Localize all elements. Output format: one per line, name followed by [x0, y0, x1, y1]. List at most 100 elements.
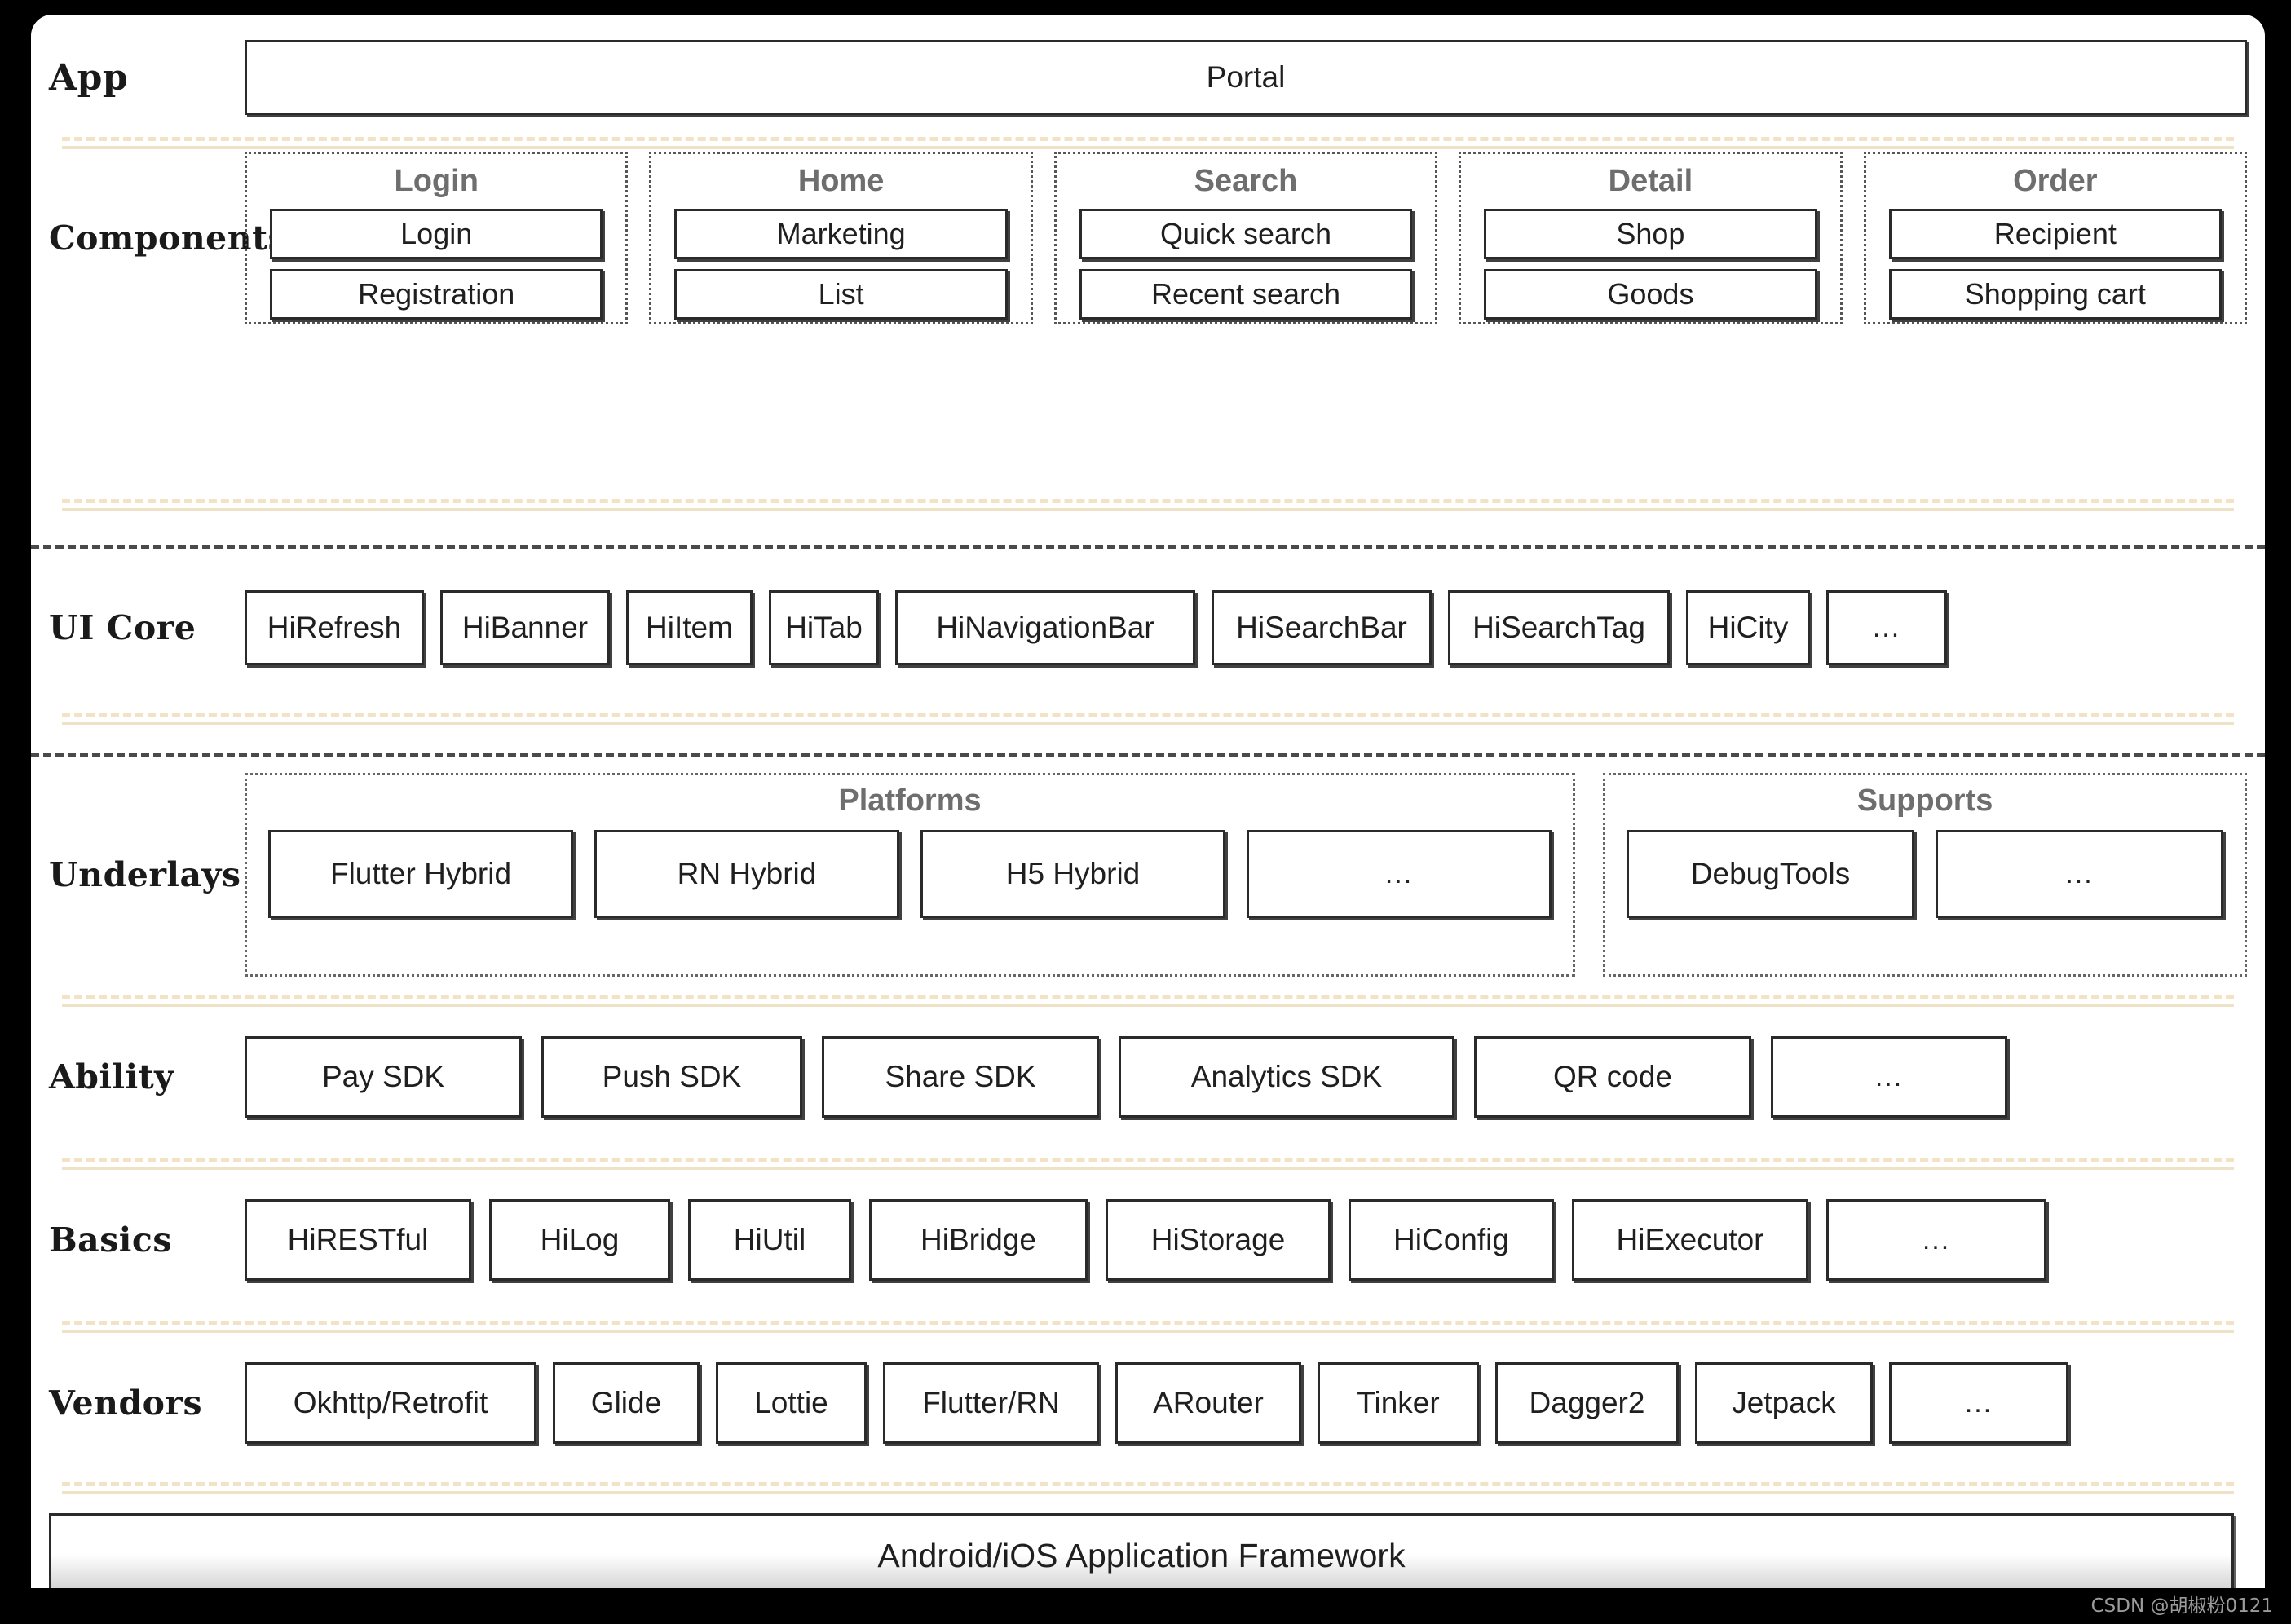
box-tinker[interactable]: Tinker: [1318, 1362, 1479, 1444]
group-title-login: Login: [394, 164, 479, 198]
box-pay-sdk[interactable]: Pay SDK: [245, 1036, 522, 1118]
box-login[interactable]: Login: [270, 209, 603, 259]
underlay-group-platforms: Platforms Flutter Hybrid RN Hybrid H5 Hy…: [245, 773, 1575, 977]
layer-label-underlays: Underlays: [49, 855, 241, 894]
divider-vendors-framework: [62, 1482, 2234, 1494]
box-list[interactable]: List: [674, 269, 1008, 320]
box-debugtools[interactable]: DebugTools: [1627, 830, 1914, 918]
box-platforms-more[interactable]: ...: [1247, 830, 1552, 918]
box-jetpack[interactable]: Jetpack: [1695, 1362, 1873, 1444]
box-hiconfig[interactable]: HiConfig: [1349, 1199, 1554, 1281]
divider-basics-vendors: [62, 1321, 2234, 1333]
divider-components-bottom: [62, 499, 2234, 511]
box-share-sdk[interactable]: Share SDK: [822, 1036, 1099, 1118]
box-quick-search[interactable]: Quick search: [1079, 209, 1413, 259]
divider-app-components: [62, 137, 2234, 149]
box-vendors-more[interactable]: ...: [1889, 1362, 2068, 1444]
box-okhttp-retrofit[interactable]: Okhttp/Retrofit: [245, 1362, 536, 1444]
group-title-detail: Detail: [1608, 164, 1693, 198]
group-items-home: Marketing List: [674, 209, 1008, 320]
box-shopping-cart[interactable]: Shopping cart: [1888, 269, 2223, 320]
box-hinavigationbar[interactable]: HiNavigationBar: [895, 590, 1195, 665]
layer-row-ability: Ability Pay SDK Push SDK Share SDK Analy…: [31, 1032, 2265, 1122]
layer-items-basics: HiRESTful HiLog HiUtil HiBridge HiStorag…: [245, 1199, 2265, 1281]
layer-items-app: Portal: [245, 40, 2265, 115]
box-hirefresh[interactable]: HiRefresh: [245, 590, 424, 665]
box-goods[interactable]: Goods: [1484, 269, 1817, 320]
watermark: CSDN @胡椒粉0121: [2090, 1595, 2273, 1617]
box-application-framework[interactable]: Android/iOS Application Framework: [49, 1513, 2234, 1588]
box-portal[interactable]: Portal: [245, 40, 2247, 115]
layer-row-underlays: Underlays Platforms Flutter Hybrid RN Hy…: [31, 773, 2265, 977]
box-qr-code[interactable]: QR code: [1474, 1036, 1751, 1118]
box-hirestful[interactable]: HiRESTful: [245, 1199, 471, 1281]
layer-items-components: Login Login Registration Home Marketing …: [245, 152, 2265, 324]
box-rn-hybrid[interactable]: RN Hybrid: [594, 830, 899, 918]
box-h5-hybrid[interactable]: H5 Hybrid: [920, 830, 1225, 918]
component-group-order: Order Recipient Shopping cart: [1863, 152, 2248, 324]
component-group-login: Login Login Registration: [245, 152, 629, 324]
box-recipient[interactable]: Recipient: [1888, 209, 2223, 259]
box-hibridge[interactable]: HiBridge: [869, 1199, 1088, 1281]
diagram-card: App Portal Components Login Login Regist…: [31, 15, 2265, 1588]
layer-items-ui-core: HiRefresh HiBanner HiItem HiTab HiNaviga…: [245, 590, 2265, 665]
box-hisearchbar[interactable]: HiSearchBar: [1212, 590, 1432, 665]
box-glide[interactable]: Glide: [553, 1362, 700, 1444]
divider-major-uicore-underlays: [31, 753, 2265, 757]
layer-label-vendors: Vendors: [49, 1383, 203, 1423]
box-dagger2[interactable]: Dagger2: [1495, 1362, 1679, 1444]
box-ui-core-more[interactable]: ...: [1826, 590, 1947, 665]
box-lottie[interactable]: Lottie: [716, 1362, 867, 1444]
layer-items-ability: Pay SDK Push SDK Share SDK Analytics SDK…: [245, 1036, 2265, 1118]
group-items-order: Recipient Shopping cart: [1888, 209, 2223, 320]
box-recent-search[interactable]: Recent search: [1079, 269, 1413, 320]
divider-uicore-bottom: [62, 713, 2234, 725]
box-hiitem[interactable]: HiItem: [626, 590, 753, 665]
box-hilog[interactable]: HiLog: [489, 1199, 670, 1281]
layer-label-app: App: [49, 56, 129, 99]
box-basics-more[interactable]: ...: [1826, 1199, 2046, 1281]
layer-items-vendors: Okhttp/Retrofit Glide Lottie Flutter/RN …: [245, 1362, 2265, 1444]
box-supports-more[interactable]: ...: [1936, 830, 2223, 918]
box-ability-more[interactable]: ...: [1771, 1036, 2007, 1118]
layer-row-vendors: Vendors Okhttp/Retrofit Glide Lottie Flu…: [31, 1358, 2265, 1448]
box-marketing[interactable]: Marketing: [674, 209, 1008, 259]
group-items-detail: Shop Goods: [1484, 209, 1817, 320]
box-hicity[interactable]: HiCity: [1686, 590, 1810, 665]
layer-label-ability: Ability: [49, 1057, 174, 1097]
box-hiutil[interactable]: HiUtil: [688, 1199, 851, 1281]
underlay-group-supports: Supports DebugTools ...: [1603, 773, 2247, 977]
component-group-search: Search Quick search Recent search: [1053, 152, 1438, 324]
box-hibanner[interactable]: HiBanner: [440, 590, 610, 665]
box-hisearchtag[interactable]: HiSearchTag: [1448, 590, 1670, 665]
box-historage[interactable]: HiStorage: [1106, 1199, 1331, 1281]
box-hitab[interactable]: HiTab: [769, 590, 879, 665]
component-group-home: Home Marketing List: [649, 152, 1033, 324]
box-arouter[interactable]: ARouter: [1115, 1362, 1301, 1444]
layer-label-basics: Basics: [49, 1220, 172, 1260]
box-analytics-sdk[interactable]: Analytics SDK: [1119, 1036, 1454, 1118]
group-title-home: Home: [797, 164, 885, 198]
group-title-platforms: Platforms: [838, 783, 982, 818]
layer-items-underlays: Platforms Flutter Hybrid RN Hybrid H5 Hy…: [245, 773, 2265, 977]
box-push-sdk[interactable]: Push SDK: [541, 1036, 802, 1118]
box-shop[interactable]: Shop: [1484, 209, 1817, 259]
framework-label: Android/iOS Application Framework: [877, 1537, 1406, 1574]
divider-major-components-uicore: [31, 545, 2265, 549]
box-flutter-hybrid[interactable]: Flutter Hybrid: [268, 830, 573, 918]
group-items-platforms: Flutter Hybrid RN Hybrid H5 Hybrid ...: [268, 830, 1552, 918]
box-flutter-rn[interactable]: Flutter/RN: [883, 1362, 1099, 1444]
group-items-login: Login Registration: [270, 209, 603, 320]
layer-label-components: Components: [49, 218, 288, 258]
group-title-order: Order: [2013, 164, 2098, 198]
group-items-supports: DebugTools ...: [1627, 830, 2223, 918]
box-registration[interactable]: Registration: [270, 269, 603, 320]
layer-row-components: Components Login Login Registration Home…: [31, 152, 2265, 324]
group-title-search: Search: [1194, 164, 1298, 198]
layer-row-ui-core: UI Core HiRefresh HiBanner HiItem HiTab …: [31, 585, 2265, 670]
layer-label-ui-core: UI Core: [49, 608, 196, 647]
layer-row-app: App Portal: [31, 33, 2265, 122]
layer-row-basics: Basics HiRESTful HiLog HiUtil HiBridge H…: [31, 1195, 2265, 1285]
group-items-search: Quick search Recent search: [1079, 209, 1413, 320]
box-hiexecutor[interactable]: HiExecutor: [1572, 1199, 1808, 1281]
